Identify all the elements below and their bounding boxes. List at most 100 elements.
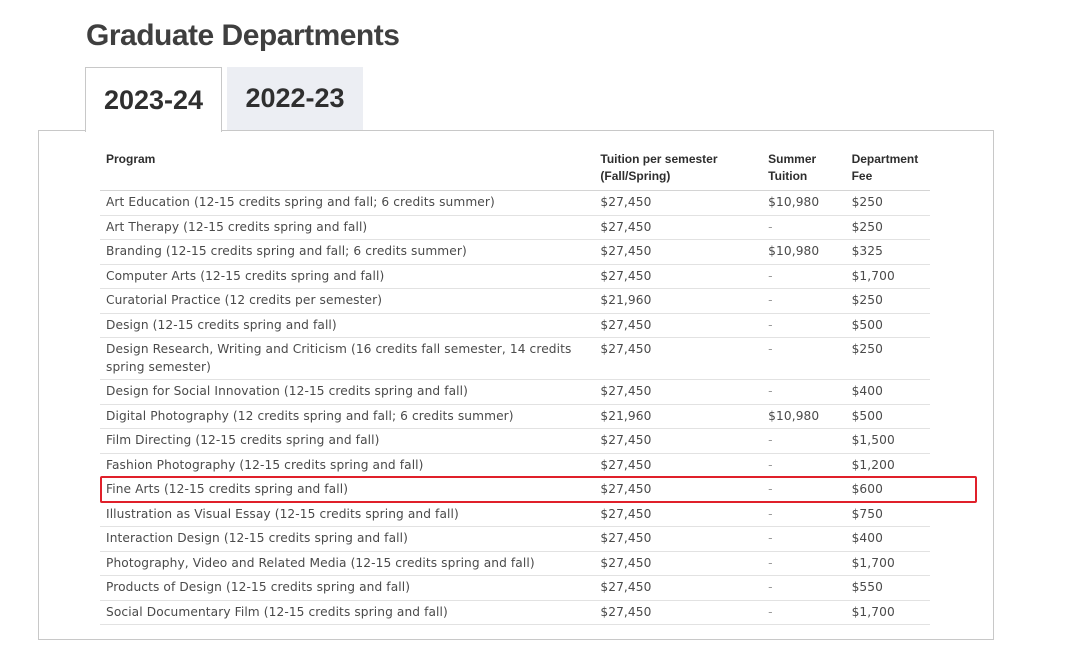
cell-fee: $250 xyxy=(845,215,930,240)
header-tuition-line2: (Fall/Spring) xyxy=(600,169,671,183)
cell-fee: $1,700 xyxy=(845,600,930,625)
tab-2022-23[interactable]: 2022-23 xyxy=(227,67,363,130)
cell-tuition: $27,450 xyxy=(594,502,763,527)
cell-program: Computer Arts (12-15 credits spring and … xyxy=(100,264,595,289)
cell-fee: $600 xyxy=(845,477,930,503)
cell-program: Design (12-15 credits spring and fall) xyxy=(100,313,595,338)
header-program-label: Program xyxy=(106,152,156,166)
cell-program: Photography, Video and Related Media (12… xyxy=(100,551,595,576)
cell-tuition: $27,450 xyxy=(594,215,763,240)
table-row: Curatorial Practice (12 credits per seme… xyxy=(100,288,930,314)
cell-fee: $500 xyxy=(845,404,930,429)
cell-tuition: $27,450 xyxy=(594,477,763,503)
cell-summer: - xyxy=(762,477,846,503)
cell-program: Branding (12-15 credits spring and fall;… xyxy=(100,239,595,265)
cell-tuition: $27,450 xyxy=(594,526,763,552)
cell-tuition: $27,450 xyxy=(594,190,763,216)
cell-summer: - xyxy=(762,600,846,625)
cell-fee: $400 xyxy=(845,379,930,405)
table-row: Art Education (12-15 credits spring and … xyxy=(100,190,930,216)
cell-program: Interaction Design (12-15 credits spring… xyxy=(100,526,595,552)
cell-summer: $10,980 xyxy=(762,239,846,265)
cell-tuition: $27,450 xyxy=(594,379,763,405)
table-header-row: Program Tuition per semester (Fall/Sprin… xyxy=(100,147,930,191)
cell-tuition: $27,450 xyxy=(594,337,763,380)
cell-summer: - xyxy=(762,313,846,338)
header-summer: Summer Tuition xyxy=(762,147,846,191)
cell-summer: - xyxy=(762,264,846,289)
cell-program: Social Documentary Film (12-15 credits s… xyxy=(100,600,595,625)
cell-tuition: $27,450 xyxy=(594,575,763,601)
table-row: Art Therapy (12-15 credits spring and fa… xyxy=(100,215,930,240)
header-summer-line1: Summer xyxy=(768,152,817,166)
tab-2023-24[interactable]: 2023-24 xyxy=(85,67,222,132)
cell-summer: - xyxy=(762,575,846,601)
table-row: Design Research, Writing and Criticism (… xyxy=(100,337,930,380)
cell-program: Illustration as Visual Essay (12-15 cred… xyxy=(100,502,595,527)
cell-summer: - xyxy=(762,551,846,576)
page-title: Graduate Departments xyxy=(86,19,400,52)
cell-tuition: $21,960 xyxy=(594,404,763,429)
cell-fee: $325 xyxy=(845,239,930,265)
header-summer-line2: Tuition xyxy=(768,169,808,183)
table-row: Branding (12-15 credits spring and fall;… xyxy=(100,239,930,265)
cell-fee: $400 xyxy=(845,526,930,552)
cell-summer: $10,980 xyxy=(762,190,846,216)
table-row: Design (12-15 credits spring and fall) $2… xyxy=(100,313,930,338)
cell-tuition: $27,450 xyxy=(594,428,763,454)
cell-tuition: $27,450 xyxy=(594,453,763,478)
cell-summer: - xyxy=(762,453,846,478)
cell-program: Products of Design (12-15 credits spring… xyxy=(100,575,595,601)
cell-summer: - xyxy=(762,215,846,240)
cell-fee: $500 xyxy=(845,313,930,338)
cell-program: Fine Arts (12-15 credits spring and fall… xyxy=(100,477,595,503)
table-row: Digital Photography (12 credits spring a… xyxy=(100,404,930,429)
cell-fee: $750 xyxy=(845,502,930,527)
cell-program: Art Therapy (12-15 credits spring and fa… xyxy=(100,215,595,240)
tuition-table: Program Tuition per semester (Fall/Sprin… xyxy=(100,147,930,625)
cell-program: Film Directing (12-15 credits spring and… xyxy=(100,428,595,454)
table-row: Fine Arts (12-15 credits spring and fall… xyxy=(100,477,930,503)
cell-fee: $250 xyxy=(845,190,930,216)
cell-fee: $1,500 xyxy=(845,428,930,454)
header-program: Program xyxy=(100,147,595,191)
cell-summer: - xyxy=(762,379,846,405)
cell-tuition: $27,450 xyxy=(594,600,763,625)
cell-fee: $1,700 xyxy=(845,551,930,576)
cell-program: Fashion Photography (12-15 credits sprin… xyxy=(100,453,595,478)
cell-fee: $1,200 xyxy=(845,453,930,478)
header-fee: Department Fee xyxy=(845,147,930,191)
header-tuition: Tuition per semester (Fall/Spring) xyxy=(594,147,763,191)
table-row: Products of Design (12-15 credits spring… xyxy=(100,575,930,601)
cell-tuition: $27,450 xyxy=(594,239,763,265)
cell-summer: - xyxy=(762,502,846,527)
table-row: Interaction Design (12-15 credits spring… xyxy=(100,526,930,552)
header-fee-line2: Fee xyxy=(851,169,873,183)
cell-fee: $1,700 xyxy=(845,264,930,289)
table-row: Film Directing (12-15 credits spring and… xyxy=(100,428,930,454)
cell-tuition: $27,450 xyxy=(594,264,763,289)
cell-tuition: $27,450 xyxy=(594,313,763,338)
cell-summer: - xyxy=(762,526,846,552)
cell-fee: $550 xyxy=(845,575,930,601)
cell-fee: $250 xyxy=(845,337,930,380)
cell-program: Curatorial Practice (12 credits per seme… xyxy=(100,288,595,314)
table-row: Social Documentary Film (12-15 credits s… xyxy=(100,600,930,625)
cell-program: Design for Social Innovation (12-15 cred… xyxy=(100,379,595,405)
header-fee-line1: Department xyxy=(851,152,919,166)
table-row: Design for Social Innovation (12-15 cred… xyxy=(100,379,930,405)
cell-summer: - xyxy=(762,428,846,454)
cell-summer: $10,980 xyxy=(762,404,846,429)
header-tuition-line1: Tuition per semester xyxy=(600,152,718,166)
cell-program: Design Research, Writing and Criticism (… xyxy=(100,337,595,380)
cell-program: Digital Photography (12 credits spring a… xyxy=(100,404,595,429)
table-row: Photography, Video and Related Media (12… xyxy=(100,551,930,576)
cell-summer: - xyxy=(762,337,846,380)
cell-tuition: $27,450 xyxy=(594,551,763,576)
table-row: Illustration as Visual Essay (12-15 cred… xyxy=(100,502,930,527)
table-row: Computer Arts (12-15 credits spring and … xyxy=(100,264,930,289)
cell-program: Art Education (12-15 credits spring and … xyxy=(100,190,595,216)
cell-summer: - xyxy=(762,288,846,314)
cell-tuition: $21,960 xyxy=(594,288,763,314)
cell-fee: $250 xyxy=(845,288,930,314)
